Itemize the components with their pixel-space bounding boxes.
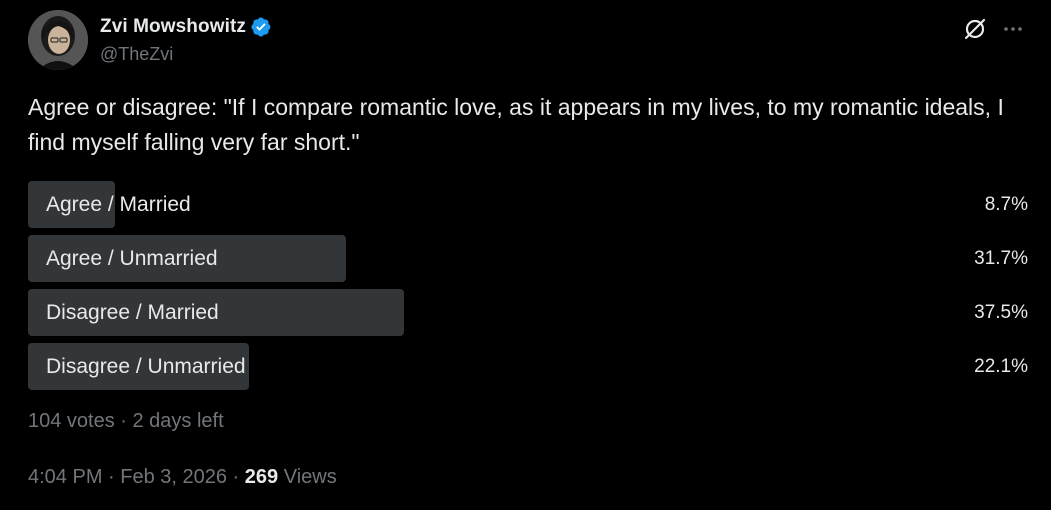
poll-option-label: Agree / Unmarried: [46, 247, 218, 270]
poll-option: Disagree / Married 37.5%: [28, 289, 1030, 336]
views-label: Views: [278, 466, 337, 488]
author-info: Zvi Mowshowitz @TheZvi: [100, 14, 272, 65]
poll-option-percent: 31.7%: [974, 248, 1028, 269]
name-row: Zvi Mowshowitz: [100, 14, 272, 40]
poll-option: Agree / Married 8.7%: [28, 181, 1030, 228]
poll-option-percent: 8.7%: [984, 194, 1028, 215]
avatar-image: [28, 10, 88, 70]
poll-option-label: Disagree / Married: [46, 301, 219, 324]
poll-option-percent: 22.1%: [974, 356, 1028, 377]
display-name[interactable]: Zvi Mowshowitz: [100, 16, 246, 38]
tweet-text: Agree or disagree: "If I compare romanti…: [28, 94, 1004, 155]
tweet-timestamp-row: 4:04 PM · Feb 3, 2026 · 269 Views: [28, 466, 337, 489]
grok-icon[interactable]: [960, 14, 990, 44]
more-horizontal-icon[interactable]: [998, 14, 1028, 44]
views-count: 269: [244, 466, 279, 488]
poll-option-label: Disagree / Unmarried: [46, 355, 246, 378]
poll-option-percent: 37.5%: [974, 302, 1028, 323]
poll-meta: 104 votes · 2 days left: [28, 410, 224, 432]
avatar[interactable]: [28, 10, 88, 70]
poll: Agree / Married 8.7% Agree / Unmarried 3…: [28, 181, 1030, 397]
poll-option: Agree / Unmarried 31.7%: [28, 235, 1030, 282]
timestamp[interactable]: 4:04 PM · Feb 3, 2026 ·: [28, 466, 245, 488]
tweet-header: Zvi Mowshowitz @TheZvi: [28, 10, 1028, 70]
verified-badge-icon: [250, 16, 272, 38]
poll-option-label: Agree / Married: [46, 193, 191, 216]
poll-option: Disagree / Unmarried 22.1%: [28, 343, 1030, 390]
handle[interactable]: @TheZvi: [100, 44, 272, 65]
tweet: Zvi Mowshowitz @TheZvi Agree or disagree…: [0, 0, 1051, 510]
